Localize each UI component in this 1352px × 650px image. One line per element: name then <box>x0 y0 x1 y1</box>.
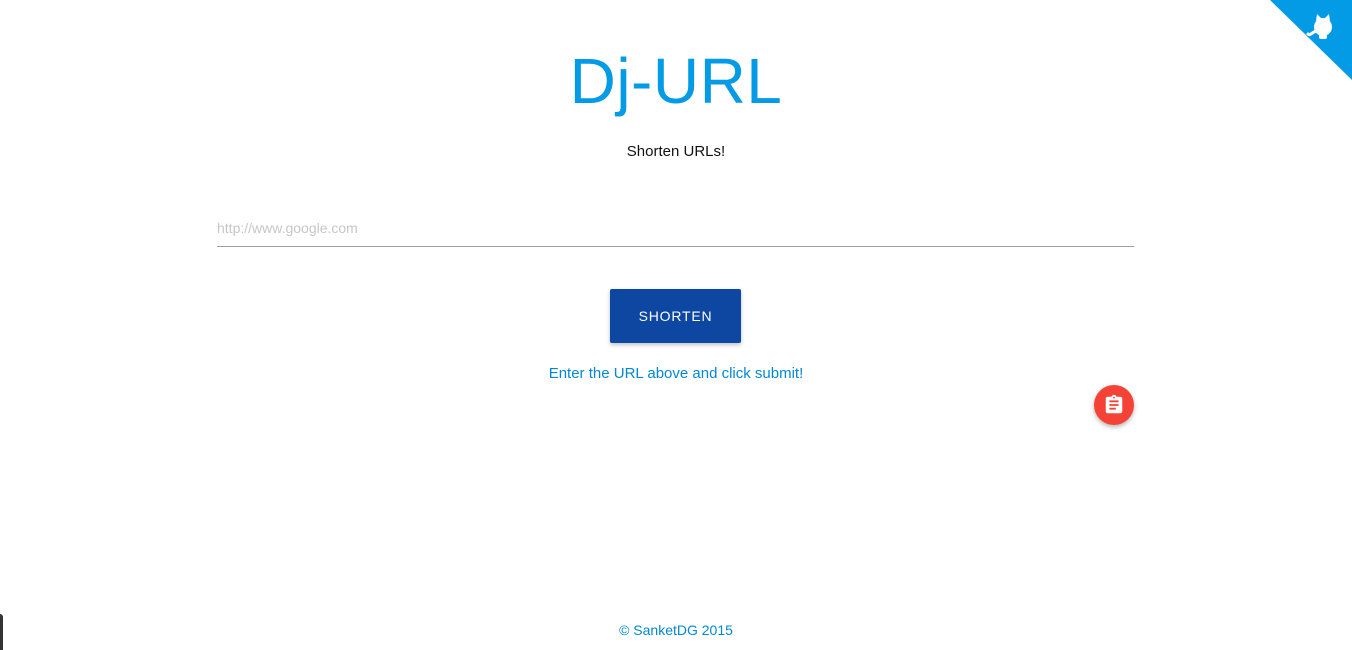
url-input[interactable] <box>217 210 1134 247</box>
window-edge-handle <box>0 614 3 650</box>
footer-copyright: © SanketDG 2015 <box>619 622 733 638</box>
result-message: Enter the URL above and click submit! <box>548 365 804 382</box>
page: Dj-URL Shorten URLs! SHORTEN Enter the U… <box>0 0 1352 650</box>
shorten-button[interactable]: SHORTEN <box>610 289 741 343</box>
clipboard-icon <box>1105 394 1123 414</box>
tagline: Shorten URLs! <box>626 143 726 160</box>
page-title: Dj-URL <box>569 45 783 117</box>
copy-fab-button[interactable] <box>1094 385 1134 425</box>
